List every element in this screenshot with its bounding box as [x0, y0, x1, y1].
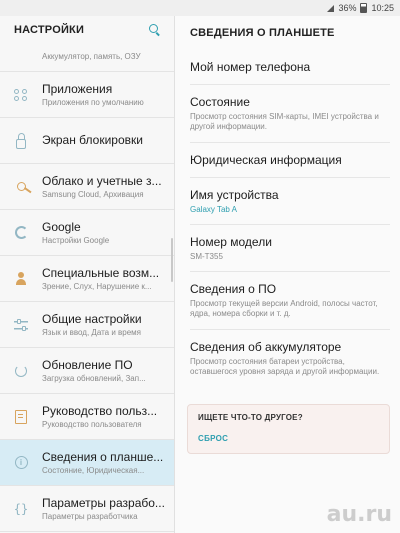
sidebar-item-lock-screen[interactable]: Экран блокировки: [0, 118, 174, 164]
item-description: Просмотр состояния батареи устройства, о…: [190, 357, 380, 376]
refresh-icon: [12, 362, 30, 380]
sidebar-item-label: Google: [42, 220, 81, 234]
accessibility-icon: [12, 270, 30, 288]
device-name-item[interactable]: Имя устройства Galaxy Tab A: [190, 178, 390, 225]
search-icon[interactable]: [148, 23, 162, 37]
sidebar-item-label: Сведения о планше...: [42, 450, 164, 464]
sidebar-item-label: Параметры разрабо...: [42, 496, 165, 510]
battery-icon: [360, 3, 368, 13]
sidebar-scrollbar[interactable]: [171, 238, 173, 282]
sliders-icon: [12, 316, 30, 334]
panel-title: СВЕДЕНИЯ О ПЛАНШЕТЕ: [190, 27, 335, 39]
legal-info-item[interactable]: Юридическая информация: [190, 143, 390, 178]
sidebar-item-sub: Зрение, Слух, Нарушение к...: [42, 282, 152, 291]
lock-icon: [12, 132, 30, 150]
sidebar-item-label: Экран блокировки: [42, 132, 143, 147]
item-description: Просмотр состояния SIM-карты, IMEI устро…: [190, 112, 379, 131]
suggestion-card: ИЩЕТЕ ЧТО-ТО ДРУГОЕ? СБРОС: [187, 404, 390, 454]
sidebar-item-software-update[interactable]: Обновление ПО Загрузка обновлений, Зап..…: [0, 348, 174, 394]
sidebar-item-sub: Язык и ввод, Дата и время: [42, 328, 142, 337]
suggestion-title: ИЩЕТЕ ЧТО-ТО ДРУГОЕ?: [198, 413, 303, 422]
sidebar-item-about-tablet[interactable]: i Сведения о планше... Состояние, Юридич…: [0, 440, 174, 486]
sidebar-item-google[interactable]: Google Настройки Google: [0, 210, 174, 256]
sidebar-item-sub: Аккумулятор, память, ОЗУ: [42, 52, 141, 61]
item-description: Просмотр текущей версии Android, полосы …: [190, 299, 378, 318]
reset-link[interactable]: СБРОС: [198, 434, 379, 443]
item-label: Имя устройства: [190, 188, 279, 202]
sidebar-item-user-manual[interactable]: Руководство польз... Руководство пользов…: [0, 394, 174, 440]
software-info-item[interactable]: Сведения о ПО Просмотр текущей версии An…: [190, 272, 390, 330]
apps-icon: [12, 86, 30, 104]
sidebar-item-label: Общие настройки: [42, 312, 142, 326]
item-label: Номер модели: [190, 235, 272, 249]
battery-info-item[interactable]: Сведения об аккумуляторе Просмотр состоя…: [190, 330, 390, 387]
item-label: Сведения о ПО: [190, 282, 277, 296]
sidebar-title: НАСТРОЙКИ: [14, 24, 85, 36]
sidebar-item-sub: Приложения по умолчанию: [42, 98, 144, 107]
status-bar: 36% 10:25: [0, 0, 400, 16]
sidebar-item-sub: Загрузка обновлений, Зап...: [42, 374, 146, 383]
sidebar-item-sub: Настройки Google: [42, 236, 110, 245]
panel-header: СВЕДЕНИЯ О ПЛАНШЕТЕ: [175, 16, 400, 50]
sidebar-item-label: Приложения: [42, 82, 113, 96]
sidebar-item-device-maintenance[interactable]: Аккумулятор, память, ОЗУ: [0, 44, 174, 72]
sidebar-item-label: Руководство польз...: [42, 404, 158, 418]
model-number-value: SM-T355: [190, 252, 223, 261]
sidebar-item-sub: Параметры разработчика: [42, 512, 138, 521]
model-number-item[interactable]: Номер модели SM-T355: [190, 225, 390, 272]
sidebar-item-sub: Состояние, Юридическая...: [42, 466, 145, 475]
clock: 10:25: [371, 3, 394, 13]
item-label: Состояние: [190, 95, 250, 109]
sidebar-item-sub: Samsung Cloud, Архивация: [42, 190, 144, 199]
watermark-logo: au.ru: [326, 502, 392, 527]
sidebar-item-developer-options[interactable]: {} Параметры разрабо... Параметры разраб…: [0, 486, 174, 532]
sidebar-item-cloud-accounts[interactable]: Облако и учетные з... Samsung Cloud, Арх…: [0, 164, 174, 210]
sidebar-item-sub: Руководство пользователя: [42, 420, 142, 429]
sidebar-item-general-management[interactable]: Общие настройки Язык и ввод, Дата и врем…: [0, 302, 174, 348]
sidebar-item-accessibility[interactable]: Специальные возм... Зрение, Слух, Наруше…: [0, 256, 174, 302]
item-label: Юридическая информация: [190, 153, 342, 167]
sidebar-header: НАСТРОЙКИ: [0, 16, 174, 44]
battery-percent: 36%: [338, 3, 357, 13]
sidebar-item-apps[interactable]: Приложения Приложения по умолчанию: [0, 72, 174, 118]
info-icon: i: [12, 454, 30, 472]
device-name-value: Galaxy Tab A: [190, 205, 237, 214]
item-label: Сведения об аккумуляторе: [190, 340, 342, 354]
google-icon: [12, 224, 30, 242]
key-icon: [12, 178, 30, 196]
sidebar-item-label: Облако и учетные з...: [42, 174, 162, 188]
item-label: Мой номер телефона: [190, 60, 311, 74]
about-tablet-panel: СВЕДЕНИЯ О ПЛАНШЕТЕ Мой номер телефона С…: [175, 16, 400, 533]
braces-icon: {}: [13, 501, 29, 516]
status-item[interactable]: Состояние Просмотр состояния SIM-карты, …: [190, 85, 390, 143]
my-phone-number-item[interactable]: Мой номер телефона: [190, 50, 390, 85]
sidebar-item-label: Обновление ПО: [42, 358, 133, 372]
manual-icon: [12, 408, 30, 426]
signal-icon: [327, 4, 335, 12]
sidebar-item-label: Специальные возм...: [42, 266, 160, 280]
device-maintenance-icon: [12, 50, 30, 68]
settings-sidebar: НАСТРОЙКИ Аккумулятор, память, ОЗУ Прило…: [0, 16, 175, 533]
